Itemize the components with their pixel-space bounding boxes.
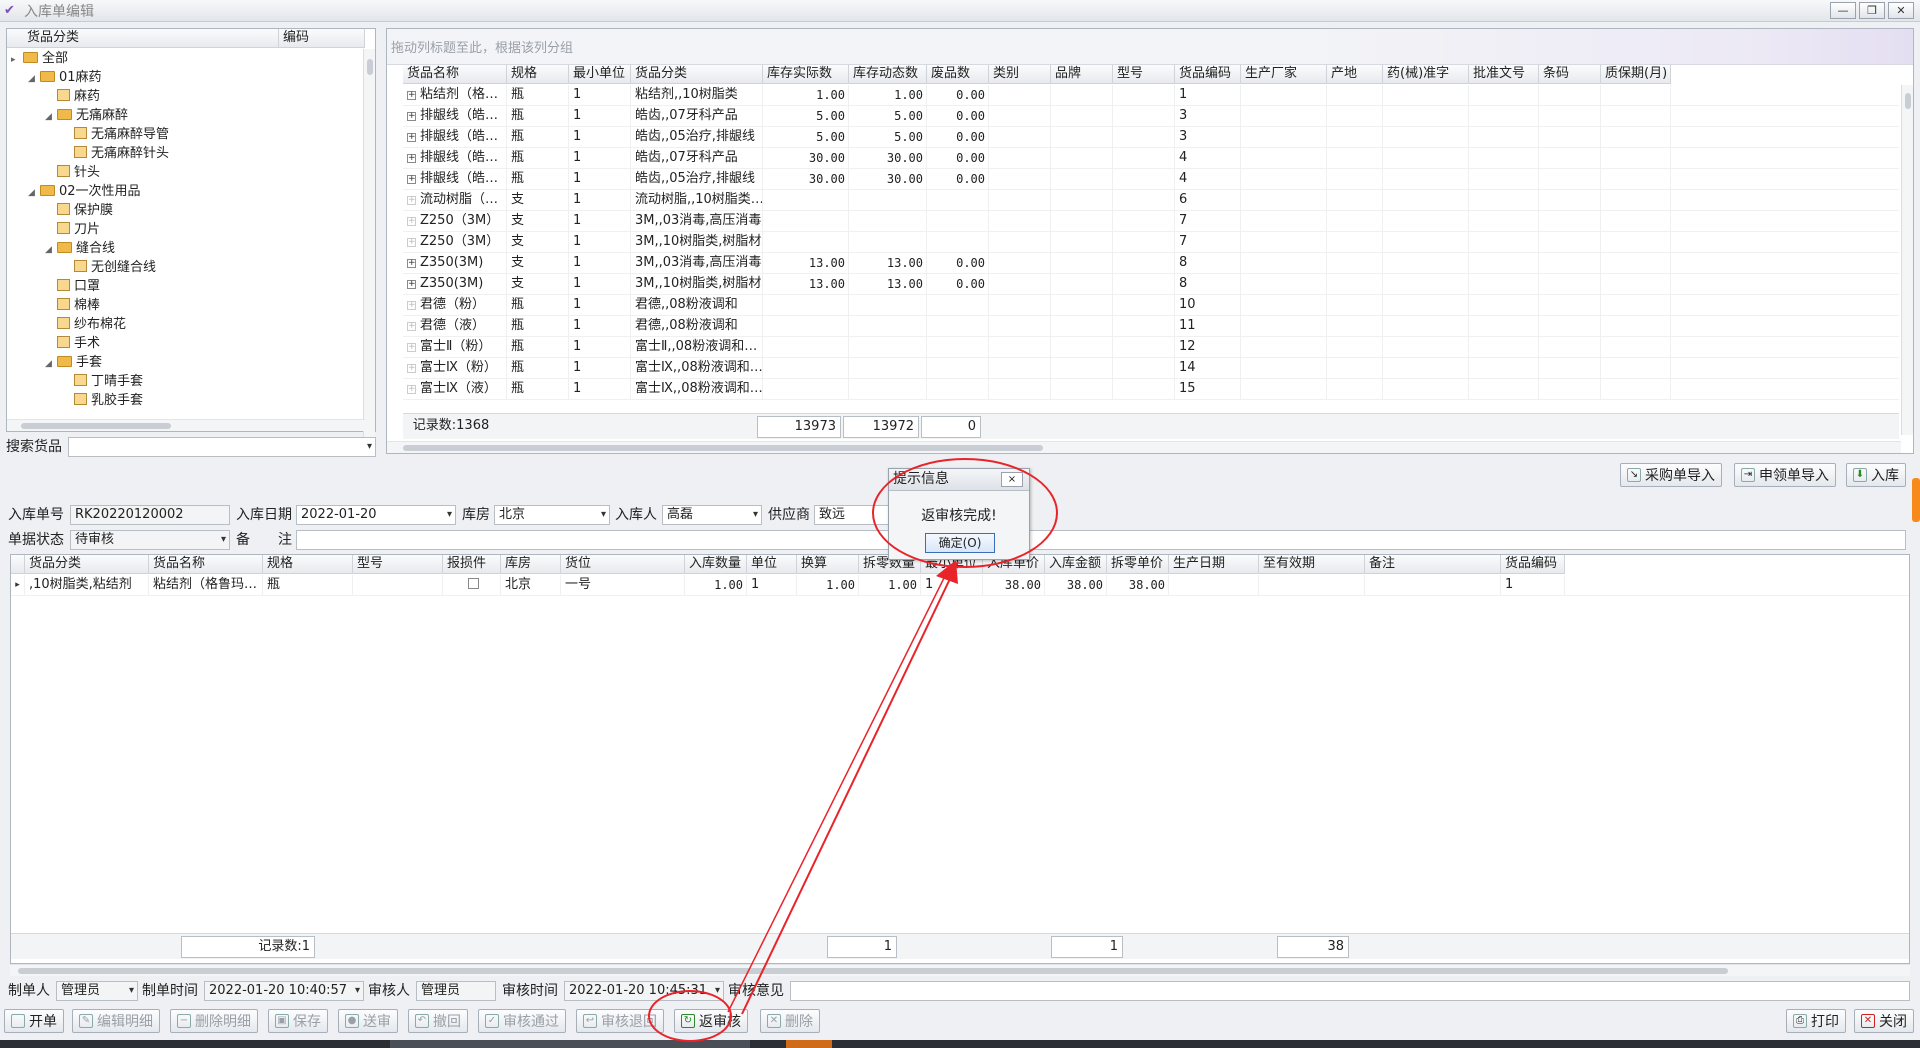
annotation-arrow bbox=[727, 560, 959, 1015]
